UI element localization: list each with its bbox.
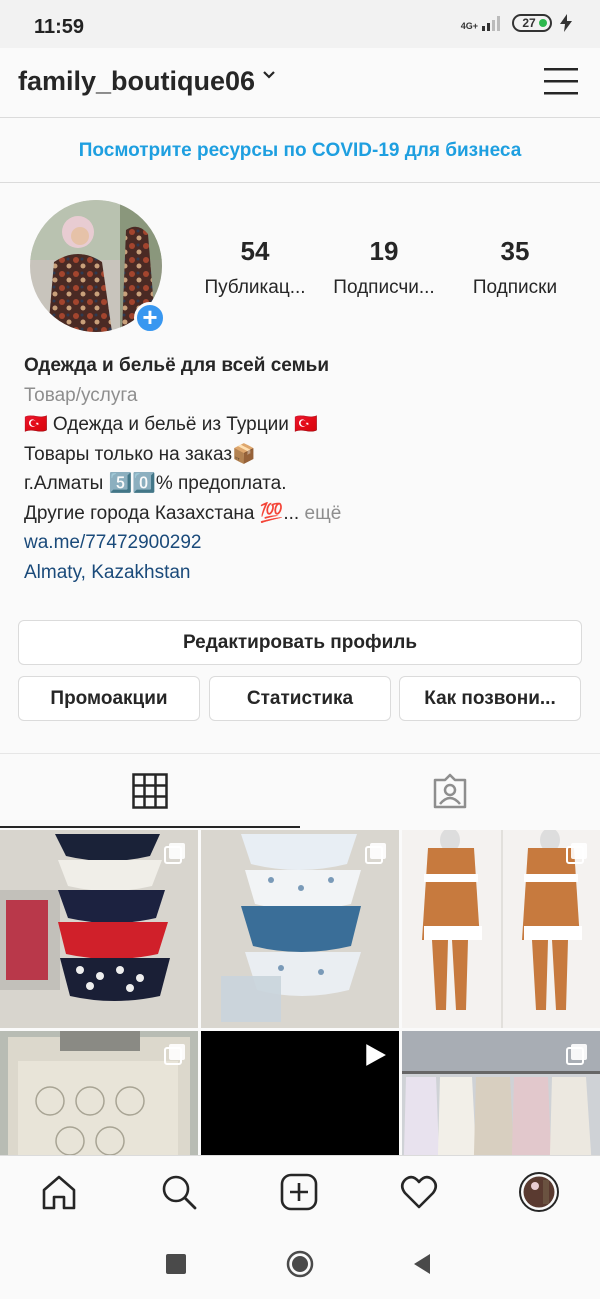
menu-icon[interactable] [544, 66, 578, 96]
business-category: Товар/услуга [24, 384, 138, 406]
tab-tagged[interactable] [300, 754, 600, 828]
heart-icon [400, 1175, 438, 1209]
home-button[interactable] [286, 1250, 314, 1278]
add-icon [280, 1173, 318, 1211]
system-navigation [0, 1229, 600, 1299]
posts-value: 54 [240, 236, 270, 266]
battery-level: 27 [522, 16, 536, 30]
nav-search[interactable] [159, 1172, 199, 1212]
covid-resources-banner[interactable]: Посмотрите ресурсы по COVID-19 для бизне… [0, 119, 600, 183]
signal-icon: 4G+ [461, 15, 504, 31]
promotions-button[interactable]: Промоакции [18, 676, 200, 721]
nav-new-post[interactable] [279, 1172, 319, 1212]
nav-profile[interactable] [519, 1172, 559, 1212]
search-icon [162, 1175, 197, 1210]
active-tab-indicator [0, 826, 300, 828]
post-thumbnail-video[interactable] [201, 1031, 399, 1155]
carousel-icon [164, 1044, 185, 1065]
battery-icon: 27 [512, 14, 552, 32]
carousel-icon [164, 843, 185, 864]
network-label: 4G+ [460, 21, 478, 31]
carousel-icon [566, 1044, 587, 1065]
posts-count[interactable]: 54 Публикац... [196, 236, 314, 299]
post-thumbnail[interactable] [402, 1031, 600, 1155]
location-link[interactable]: Almaty, Kazakhstan [24, 558, 584, 588]
chevron-down-icon[interactable] [262, 70, 276, 80]
covid-banner-text[interactable]: Посмотрите ресурсы по COVID-19 для бизне… [79, 140, 522, 162]
bottom-navigation [0, 1155, 600, 1229]
carousel-icon [566, 843, 587, 864]
grid-icon [132, 773, 168, 809]
tagged-icon [433, 773, 467, 809]
bio-line-truncated: Другие города Казахстана 💯... ещё [24, 499, 584, 529]
followers-value: 19 [369, 236, 399, 266]
more-link[interactable]: ещё [299, 503, 341, 524]
posts-grid [0, 830, 600, 1155]
profile-header: family_boutique06 [0, 48, 600, 118]
following-count[interactable]: 35 Подписки [460, 236, 570, 299]
post-thumbnail[interactable] [201, 830, 399, 1028]
insights-button[interactable]: Статистика [209, 676, 391, 721]
post-thumbnail[interactable] [0, 1031, 198, 1155]
nav-activity[interactable] [399, 1172, 439, 1212]
video-icon [366, 1044, 386, 1066]
add-story-button[interactable]: + [134, 302, 166, 334]
profile-avatar-icon [519, 1172, 559, 1212]
bio-line: Другие города Казахстана 💯... [24, 502, 300, 524]
profile-bio: Одежда и бельё для всей семьи Товар/услу… [24, 351, 584, 587]
contact-button[interactable]: Как позвони... [399, 676, 581, 721]
posts-label: Публикац... [204, 277, 306, 298]
charging-icon [560, 14, 572, 32]
home-icon [42, 1175, 76, 1210]
profile-avatar[interactable]: + [30, 200, 166, 334]
nav-home[interactable] [39, 1172, 79, 1212]
website-link[interactable]: wa.me/77472900292 [24, 528, 584, 558]
post-thumbnail[interactable] [0, 830, 198, 1028]
display-name: Одежда и бельё для всей семьи [24, 355, 330, 376]
bio-line: 🇹🇷 Одежда и бельё из Турции 🇹🇷 [24, 414, 318, 435]
back-button[interactable] [412, 1253, 432, 1275]
edit-profile-button[interactable]: Редактировать профиль [18, 620, 582, 665]
post-thumbnail[interactable] [402, 830, 600, 1028]
following-value: 35 [500, 236, 530, 266]
status-bar: 11:59 4G+ 27 [0, 0, 600, 48]
carousel-icon [365, 843, 386, 864]
following-label: Подписки [472, 277, 558, 298]
bio-line: г.Алматы 5️⃣0️⃣% предоплата. [24, 473, 287, 494]
bio-line: Товары только на заказ📦 [24, 443, 256, 465]
recents-button[interactable] [166, 1254, 186, 1274]
tab-grid[interactable] [0, 754, 300, 828]
profile-tabs [0, 754, 600, 828]
status-icons: 4G+ 27 [461, 14, 572, 32]
status-time: 11:59 [34, 16, 85, 38]
followers-label: Подписчи... [333, 277, 435, 298]
followers-count[interactable]: 19 Подписчи... [324, 236, 444, 299]
username-switcher[interactable]: family_boutique06 [18, 66, 255, 97]
